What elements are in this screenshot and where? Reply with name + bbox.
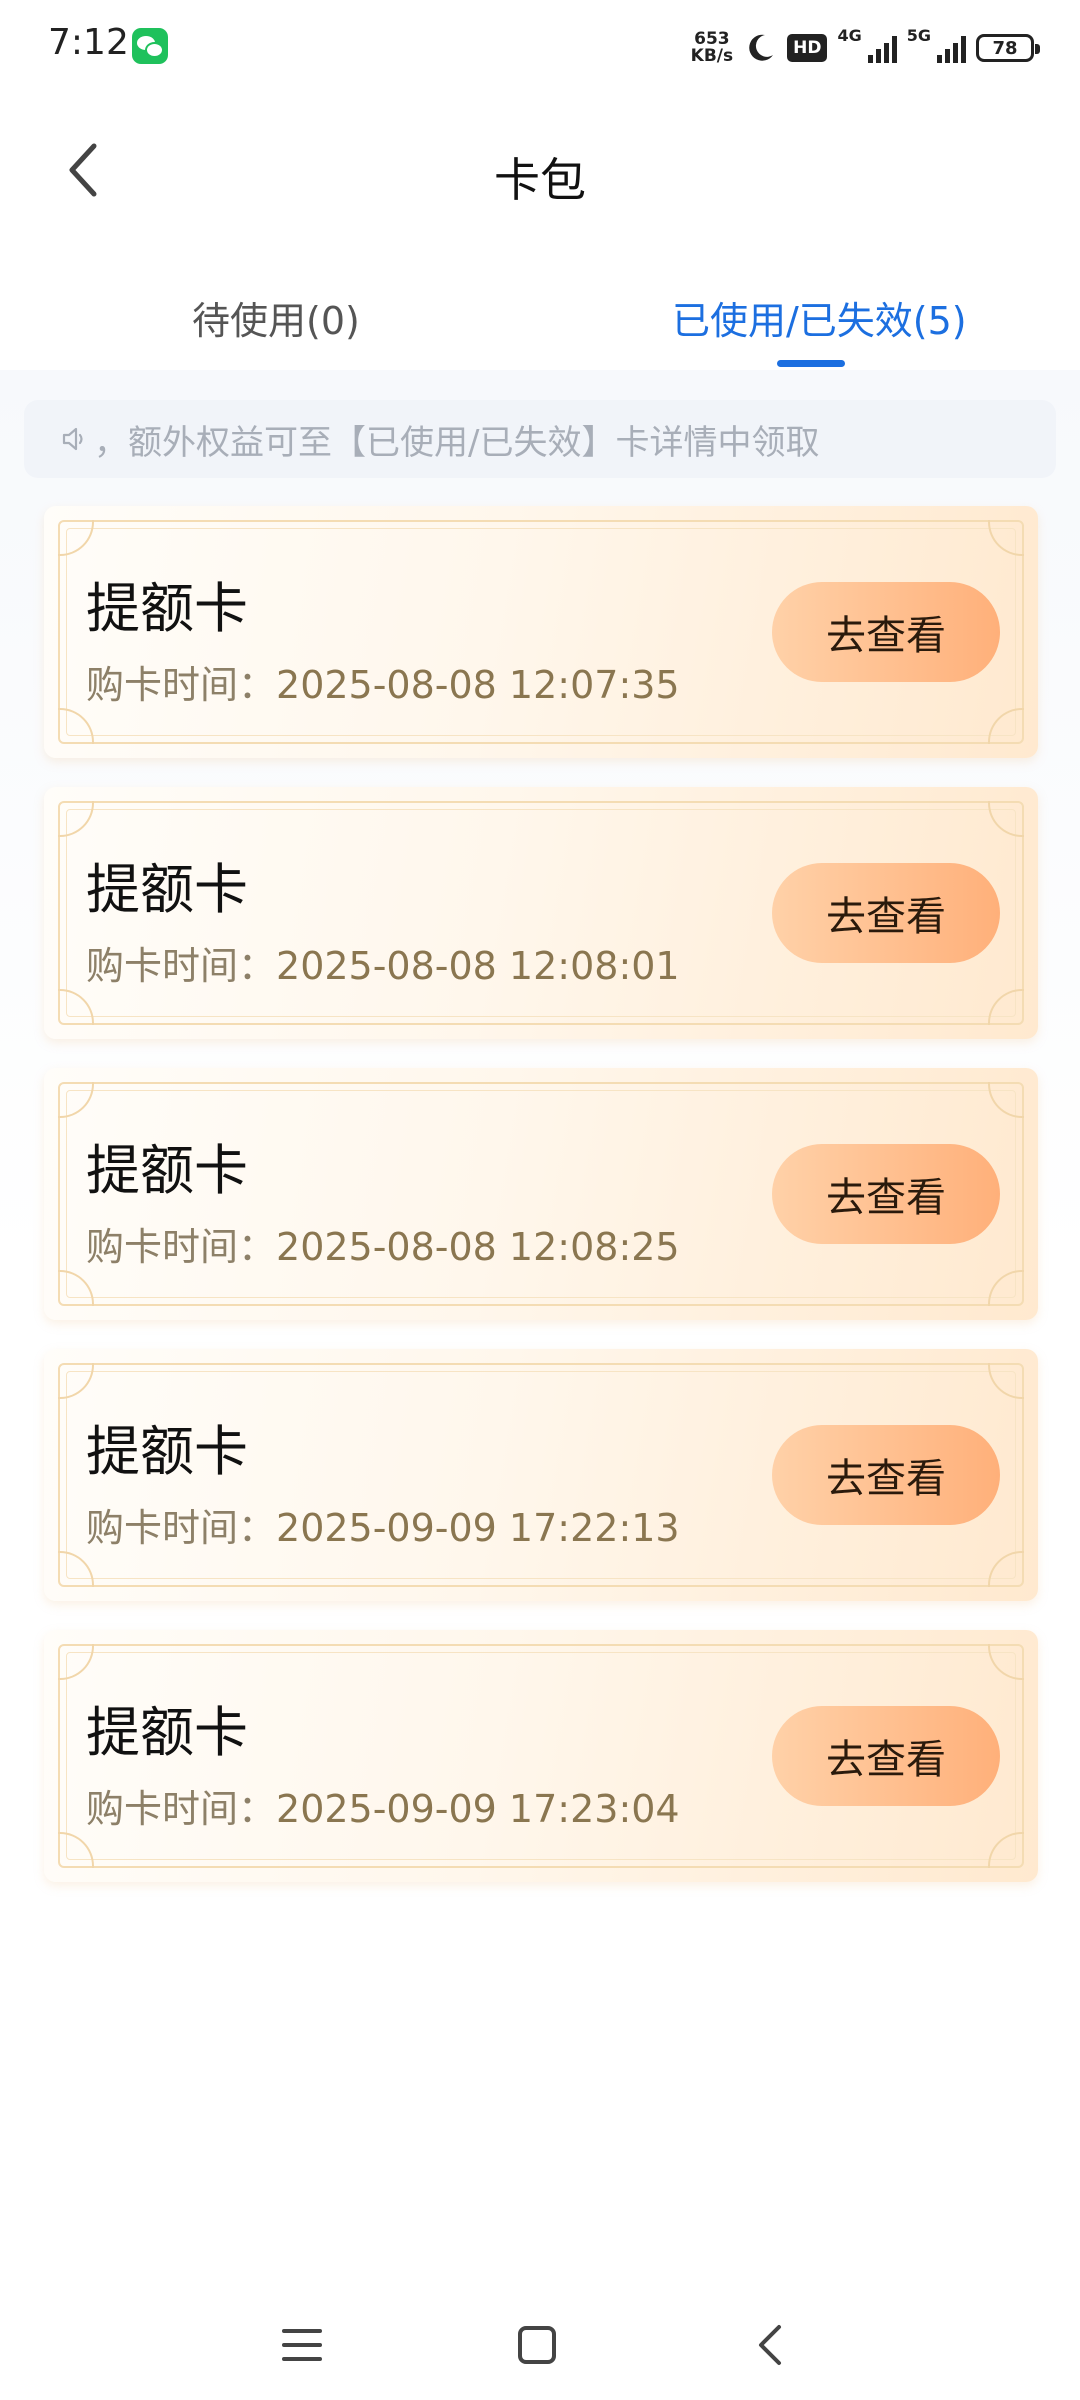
tab-used-expired[interactable]: 已使用/已失效(5) (672, 290, 967, 345)
card-time-label: 购卡时间： (86, 1225, 277, 1269)
card-item: 提额卡 购卡时间：2025-08-08 12:08:01 去查看 (44, 787, 1038, 1039)
card-purchase-time: 购卡时间：2025-08-08 12:08:01 (86, 935, 680, 990)
page-title: 卡包 (494, 153, 586, 207)
card-time-value: 2025-08-08 12:07:35 (276, 663, 680, 707)
card-time-value: 2025-08-08 12:08:25 (276, 1225, 680, 1269)
menu-icon (282, 2329, 322, 2361)
card-purchase-time: 购卡时间：2025-09-09 17:22:13 (86, 1497, 680, 1552)
card-time-value: 2025-08-08 12:08:01 (276, 944, 680, 988)
card-item: 提额卡 购卡时间：2025-09-09 17:23:04 去查看 (44, 1630, 1038, 1882)
card-time-label: 购卡时间： (86, 1506, 277, 1550)
view-button[interactable]: 去查看 (772, 1425, 1000, 1525)
speaker-icon (62, 427, 83, 451)
signal-icon (867, 33, 897, 63)
card-title: 提额卡 (86, 1701, 248, 1764)
card-title: 提额卡 (86, 577, 248, 640)
card-list-area: ，额外权益可至【已使用/已失效】卡详情中领取 提额卡 购卡时间：2025-08-… (0, 370, 1080, 2270)
card-purchase-time: 购卡时间：2025-08-08 12:08:25 (86, 1216, 680, 1271)
notice-text: ，额外权益可至【已使用/已失效】卡详情中领取 (94, 422, 820, 463)
card-item: 提额卡 购卡时间：2025-08-08 12:07:35 去查看 (44, 506, 1038, 758)
hd-icon: HD (787, 34, 828, 62)
status-time: 7:12 (48, 22, 129, 63)
network-4g-label: 4G (837, 26, 862, 45)
net-speed: 653 KB/s (691, 31, 733, 65)
card-time-label: 购卡时间： (86, 1787, 277, 1831)
view-button[interactable]: 去查看 (772, 1706, 1000, 1806)
wechat-icon (132, 28, 168, 64)
card-item: 提额卡 购卡时间：2025-08-08 12:08:25 去查看 (44, 1068, 1038, 1320)
card-time-label: 购卡时间： (86, 944, 277, 988)
view-button[interactable]: 去查看 (772, 1144, 1000, 1244)
network-5g-label: 5G (906, 26, 931, 45)
card-item: 提额卡 购卡时间：2025-09-09 17:22:13 去查看 (44, 1349, 1038, 1601)
tab-bar: 待使用(0) 已使用/已失效(5) (0, 260, 1080, 370)
active-tab-indicator (777, 360, 845, 367)
net-speed-unit: KB/s (690, 46, 734, 66)
notice-bar: ，额外权益可至【已使用/已失效】卡详情中领取 (24, 400, 1056, 478)
home-square-icon (518, 2326, 556, 2364)
card-time-label: 购卡时间： (86, 663, 277, 707)
card-title: 提额卡 (86, 1420, 248, 1483)
back-triangle-icon (759, 2325, 781, 2365)
card-time-value: 2025-09-09 17:23:04 (276, 1787, 680, 1831)
card-time-value: 2025-09-09 17:22:13 (276, 1506, 680, 1550)
nav-back-button[interactable] (735, 2310, 805, 2380)
system-nav-bar (0, 2290, 1080, 2400)
signal-icon-2 (937, 33, 966, 63)
card-purchase-time: 购卡时间：2025-08-08 12:07:35 (86, 654, 680, 709)
card-title: 提额卡 (86, 1139, 248, 1202)
battery-icon: 78 (976, 34, 1040, 62)
view-button[interactable]: 去查看 (772, 582, 1000, 682)
moon-icon (749, 34, 774, 61)
view-button[interactable]: 去查看 (772, 863, 1000, 963)
recent-apps-button[interactable] (267, 2310, 337, 2380)
header: 卡包 (0, 96, 1080, 246)
status-bar: 7:12 653 KB/s HD 4G 5G 78 (0, 0, 1080, 96)
status-icons: 653 KB/s HD 4G 5G 78 (691, 26, 1040, 70)
home-button[interactable] (502, 2310, 572, 2380)
card-purchase-time: 购卡时间：2025-09-09 17:23:04 (86, 1778, 680, 1833)
card-title: 提额卡 (86, 858, 248, 921)
tab-pending[interactable]: 待使用(0) (192, 290, 360, 345)
